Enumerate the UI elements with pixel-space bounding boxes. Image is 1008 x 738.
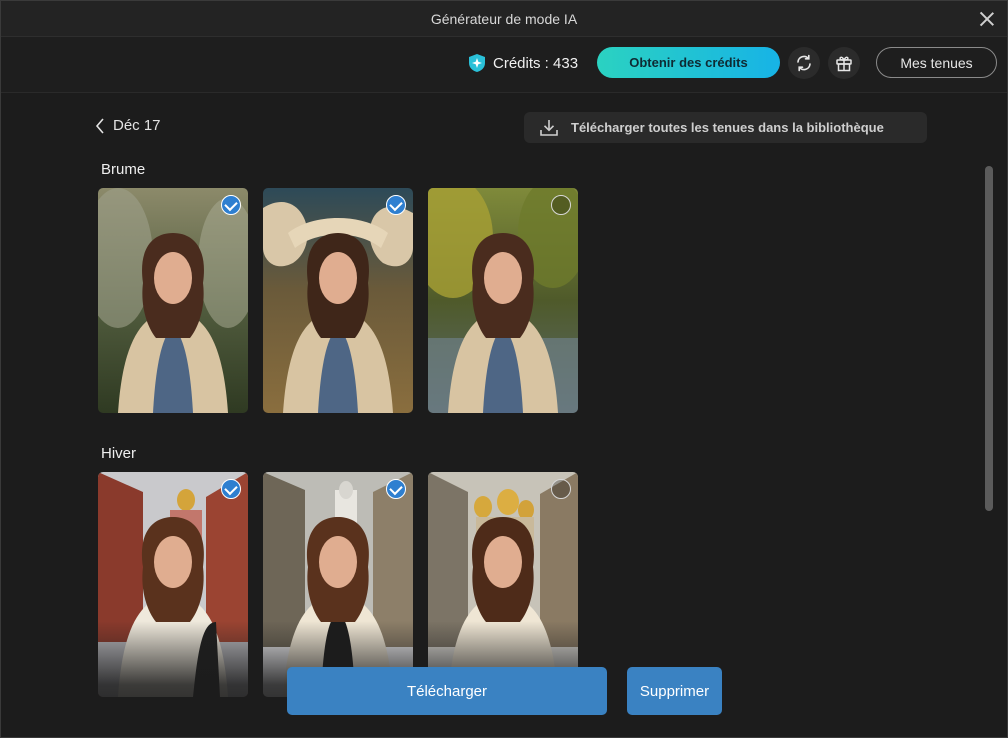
outfit-image[interactable] — [98, 188, 248, 413]
download-all-label: Télécharger toutes les tenues dans la bi… — [571, 120, 884, 135]
app-window: Générateur de mode IA Crédits : 433 Obte… — [0, 0, 1008, 738]
outfit-photo — [263, 188, 413, 413]
my-outfits-button[interactable]: Mes tenues — [876, 47, 997, 78]
unselected-checkbox[interactable] — [551, 195, 571, 215]
gift-icon — [836, 56, 852, 72]
gift-button[interactable] — [828, 47, 860, 79]
download-all-button[interactable]: Télécharger toutes les tenues dans la bi… — [524, 112, 927, 143]
credits-label: Crédits : 433 — [493, 54, 579, 72]
download-button[interactable]: Télécharger — [287, 667, 607, 715]
window-title: Générateur de mode IA — [430, 11, 578, 27]
chevron-left-icon — [95, 117, 104, 134]
unselected-checkbox[interactable] — [551, 479, 571, 499]
delete-button[interactable]: Supprimer — [627, 667, 722, 715]
title-bar: Générateur de mode IA — [1, 1, 1007, 37]
refresh-button[interactable] — [788, 47, 820, 79]
outfit-photo — [428, 188, 578, 413]
outfit-image[interactable] — [263, 188, 413, 413]
outfit-photo — [98, 188, 248, 413]
close-icon[interactable] — [977, 9, 997, 29]
top-toolbar: Crédits : 433 Obtenir des crédits Mes te… — [1, 37, 1007, 93]
selected-checkbox[interactable] — [386, 195, 406, 215]
back-to-date[interactable]: Déc 17 — [95, 117, 161, 134]
section-title-brume: Brume — [101, 161, 146, 178]
outfit-image[interactable] — [428, 188, 578, 413]
credits-shield-icon — [469, 54, 485, 72]
selected-checkbox[interactable] — [221, 479, 241, 499]
download-icon — [540, 119, 558, 136]
section-title-hiver: Hiver — [101, 445, 137, 462]
selected-checkbox[interactable] — [386, 479, 406, 499]
refresh-icon — [797, 54, 811, 72]
scrollbar-thumb[interactable] — [985, 166, 993, 511]
get-credits-button[interactable]: Obtenir des crédits — [597, 47, 780, 78]
selected-checkbox[interactable] — [221, 195, 241, 215]
date-label: Déc 17 — [113, 117, 161, 134]
credits-display: Crédits : 433 — [467, 52, 578, 74]
